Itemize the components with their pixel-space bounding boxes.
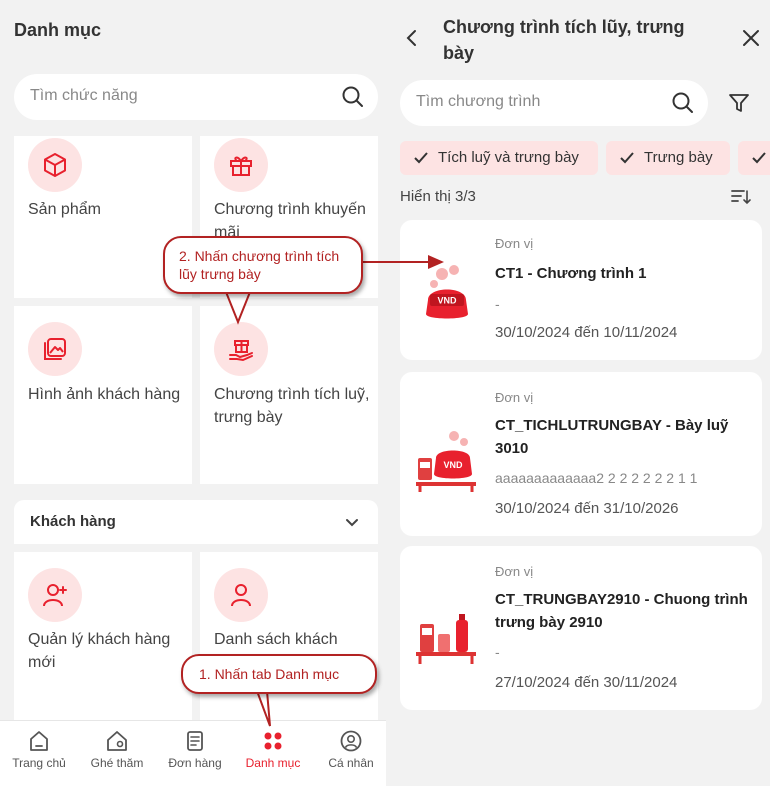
program-unit: Đơn vị	[495, 564, 534, 579]
check-icon	[414, 152, 428, 164]
customer-section-header[interactable]: Khách hàng	[14, 500, 378, 544]
profile-icon	[340, 730, 362, 752]
filter-icon[interactable]	[728, 92, 750, 114]
display-shelf-money-icon: VND	[416, 431, 476, 492]
search-icon[interactable]	[340, 84, 366, 110]
user-add-icon	[28, 568, 82, 622]
page-title: Danh mục	[14, 20, 102, 40]
card-label: Danh sách khách	[214, 631, 338, 648]
program-date-range: 30/10/2024 đến 31/10/2026	[495, 500, 679, 517]
program-card[interactable]: VND Đơn vị CT_TICHLUTRUNGBAY - Bày luỹ 3…	[400, 372, 762, 536]
nav-item-category[interactable]: Danh mục	[234, 721, 312, 786]
grid-dots-icon	[264, 732, 282, 750]
category-header: Danh mục	[0, 0, 386, 68]
search-placeholder: Tìm chức năng	[30, 87, 138, 104]
close-icon[interactable]	[742, 29, 760, 47]
loyalty-program-screen: Chương trình tích lũy, trưng bày Tìm chư…	[386, 0, 770, 786]
card-label: Quản lý khách hàng mới	[28, 631, 171, 671]
card-loyalty-display-program[interactable]: Chương trình tích luỹ, trưng bày	[200, 306, 378, 484]
nav-label: Danh mục	[245, 756, 301, 770]
display-shelf-products-icon	[416, 614, 476, 664]
program-date-range: 30/10/2024 đến 10/11/2024	[495, 324, 678, 341]
nav-item-visit[interactable]: Ghé thăm	[78, 721, 156, 786]
function-search-input[interactable]: Tìm chức năng	[14, 74, 378, 120]
bottom-nav: Trang chủ Ghé thăm Đơn hàng Danh mục Cá …	[0, 720, 386, 786]
program-search-input[interactable]: Tìm chương trình	[400, 80, 708, 126]
annotation-callout-step1: 1. Nhấn tab Danh mục	[181, 654, 377, 694]
search-icon[interactable]	[670, 90, 696, 116]
program-unit: Đơn vị	[495, 390, 534, 405]
back-arrow-icon[interactable]	[402, 28, 422, 48]
sort-icon[interactable]	[730, 188, 752, 206]
nav-label: Cá nhân	[328, 756, 374, 770]
vnd-badge-text: VND	[443, 460, 463, 470]
card-customer-list[interactable]: Danh sách khách	[200, 552, 378, 722]
result-count: Hiển thị 3/3	[400, 188, 476, 205]
card-new-customer-management[interactable]: Quản lý khách hàng mới	[14, 552, 192, 722]
vnd-badge-text: VND	[437, 296, 457, 306]
check-icon	[752, 152, 766, 164]
program-description: -	[495, 644, 500, 660]
program-date-range: 27/10/2024 đến 30/11/2024	[495, 674, 678, 691]
nav-item-home[interactable]: Trang chủ	[0, 721, 78, 786]
section-title: Khách hàng	[30, 513, 116, 530]
page-title: Chương trình tích lũy, trưng bày	[443, 17, 685, 63]
card-label: Sản phẩm	[28, 201, 101, 218]
chevron-down-icon[interactable]	[344, 514, 360, 530]
user-icon	[214, 568, 268, 622]
nav-label: Ghé thăm	[90, 756, 144, 770]
program-name: CT_TRUNGBAY2910 - Chuong trình trưng bày…	[495, 591, 748, 631]
filter-chip-loyalty-display[interactable]: Tích luỹ và trưng bày	[400, 141, 598, 175]
program-unit: Đơn vị	[495, 236, 534, 251]
gift-hand-icon	[214, 322, 268, 376]
chip-label: Trưng bày	[644, 149, 713, 166]
home-icon	[30, 731, 48, 751]
image-gallery-icon	[28, 322, 82, 376]
program-card[interactable]: VND Đơn vị CT1 - Chương trình 1 - 30/10/…	[400, 220, 762, 360]
search-placeholder: Tìm chương trình	[416, 93, 541, 110]
visit-location-icon	[107, 731, 127, 751]
card-customer-images[interactable]: Hình ảnh khách hàng	[14, 306, 192, 484]
card-label: Chương trình tích luỹ, trưng bày	[214, 386, 370, 426]
filter-chip-more[interactable]	[738, 141, 770, 175]
annotation-callout-step2: 2. Nhấn chương trình tích lũy trưng bày	[163, 236, 363, 294]
program-name: CT_TICHLUTRUNGBAY - Bày luỹ 3010	[495, 417, 729, 457]
box-icon	[28, 138, 82, 192]
program-description: -	[495, 296, 500, 312]
check-icon	[620, 152, 634, 164]
program-name: CT1 - Chương trình 1	[495, 265, 647, 282]
chip-label: Tích luỹ và trưng bày	[438, 149, 579, 166]
nav-label: Đơn hàng	[168, 756, 222, 770]
nav-item-profile[interactable]: Cá nhân	[312, 721, 386, 786]
order-document-icon	[187, 731, 203, 751]
nav-label: Trang chủ	[12, 756, 66, 770]
nav-item-orders[interactable]: Đơn hàng	[156, 721, 234, 786]
program-card[interactable]: Đơn vị CT_TRUNGBAY2910 - Chuong trình tr…	[400, 546, 762, 710]
card-label: Hình ảnh khách hàng	[28, 386, 181, 403]
program-description: aaaaaaaaaaaaa2 2 2 2 2 2 2 1 1	[495, 470, 698, 486]
money-bag-icon: VND	[426, 265, 468, 319]
filter-chip-display[interactable]: Trưng bày	[606, 141, 730, 175]
gift-icon	[214, 138, 268, 192]
